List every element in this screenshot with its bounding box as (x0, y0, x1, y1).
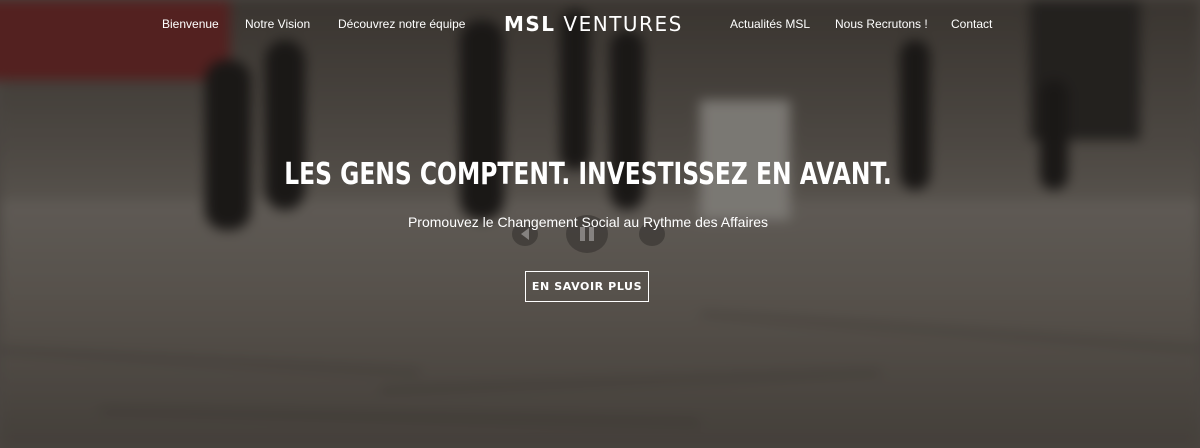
nav-link-recrutons[interactable]: Nous Recrutons ! (835, 17, 928, 31)
hero-headline: LES GENS COMPTENT. INVESTISSEZ EN AVANT. (284, 157, 892, 192)
main-navigation: Bienvenue Notre Vision Découvrez notre é… (0, 0, 1200, 50)
nav-link-contact[interactable]: Contact (951, 17, 992, 31)
nav-link-equipe[interactable]: Découvrez notre équipe (338, 17, 465, 31)
nav-link-bienvenue[interactable]: Bienvenue (162, 17, 219, 31)
hero-subtitle: Promouvez le Changement Social au Rythme… (407, 214, 769, 230)
site-logo[interactable]: MSL VENTURES (504, 12, 683, 36)
learn-more-button[interactable]: EN SAVOIR PLUS (525, 271, 649, 302)
logo-bold-text: MSL (504, 12, 556, 36)
hero-section: Bienvenue Notre Vision Découvrez notre é… (0, 0, 1200, 448)
nav-link-notre-vision[interactable]: Notre Vision (245, 17, 310, 31)
nav-link-actualites[interactable]: Actualités MSL (730, 17, 810, 31)
logo-regular-text: VENTURES (563, 12, 683, 36)
